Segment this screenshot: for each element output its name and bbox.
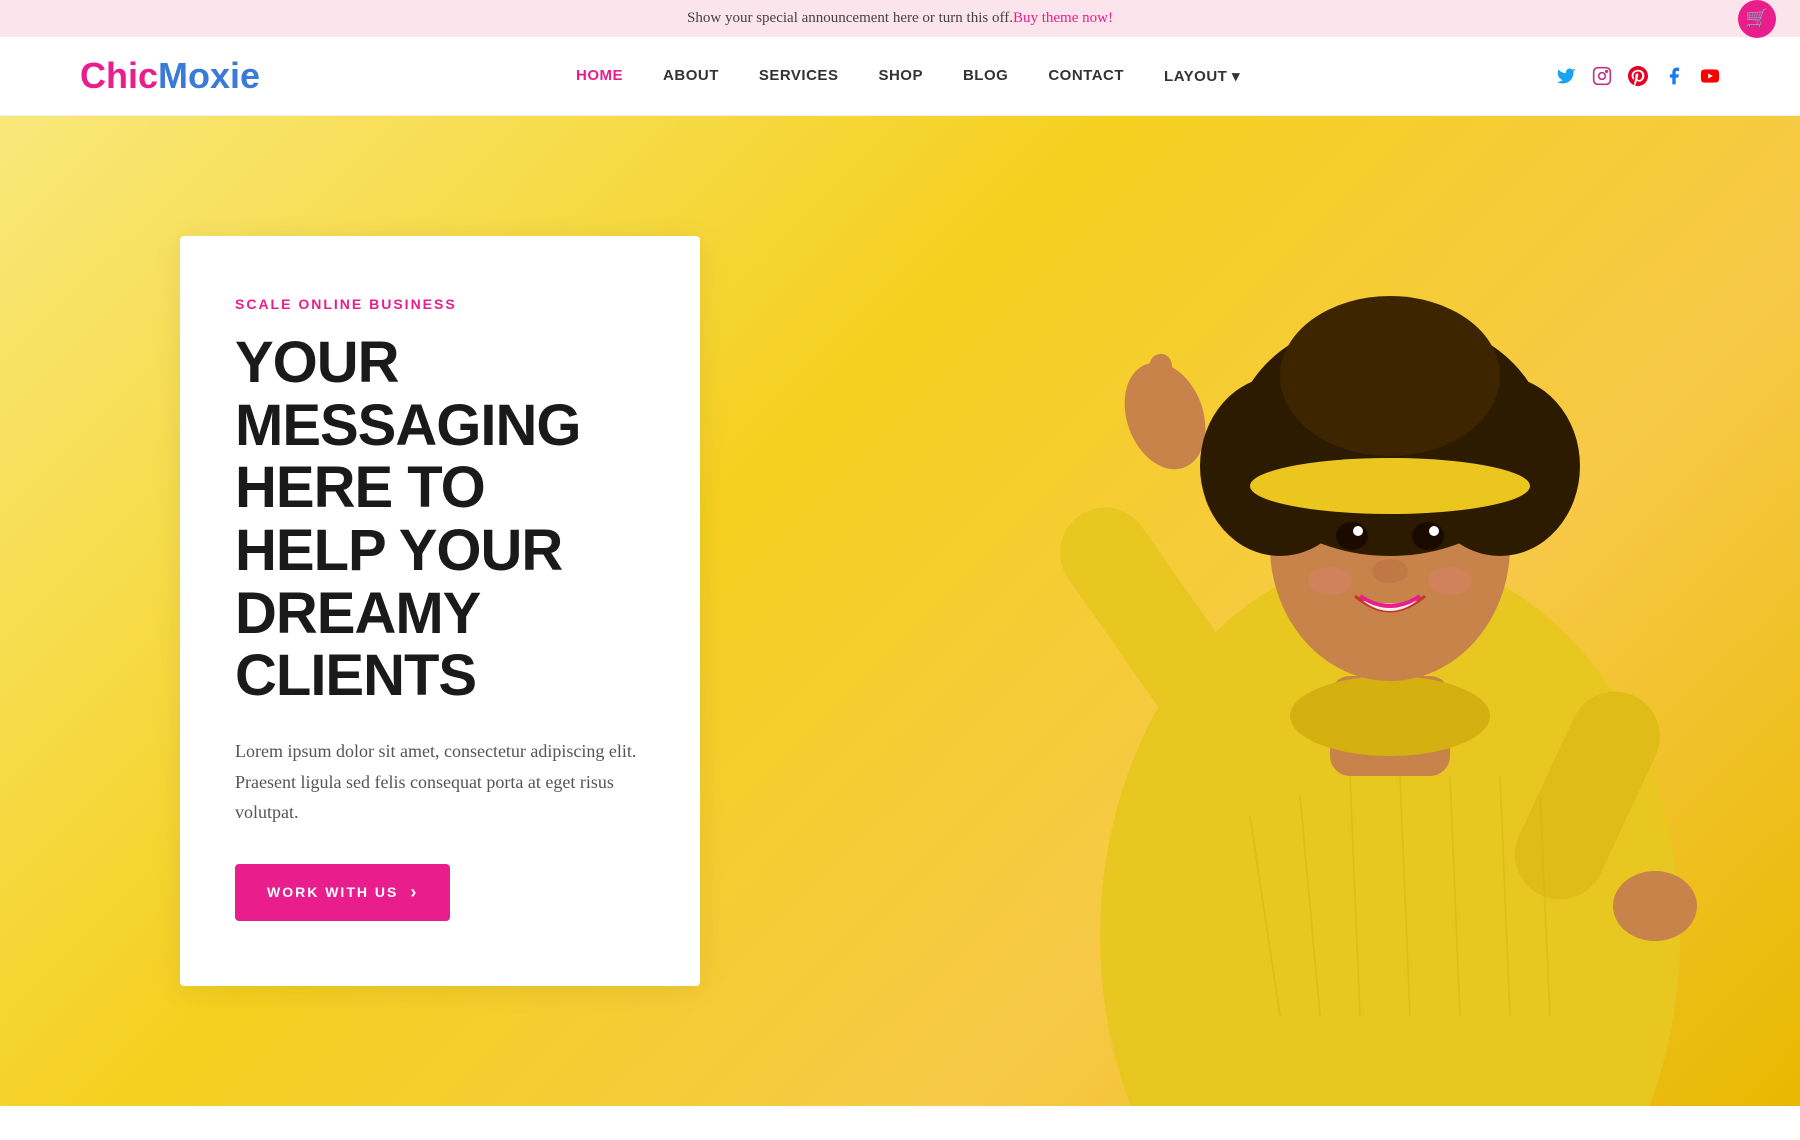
hero-section: SCALE ONLINE BUSINESS YOUR MESSAGING HER…: [0, 116, 1800, 1106]
nav-link-home[interactable]: HOME: [576, 67, 623, 84]
nav-item-home: HOME: [576, 67, 623, 85]
nav-item-blog: BLOG: [963, 67, 1008, 85]
hero-title: YOUR MESSAGING HERE TO HELP YOUR DREAMY …: [235, 332, 645, 708]
nav-link-about[interactable]: ABOUT: [663, 67, 719, 84]
hero-person-image: [900, 116, 1800, 1106]
header: ChicMoxie HOME ABOUT SERVICES SHOP BLOG …: [0, 37, 1800, 116]
nav-item-about: ABOUT: [663, 67, 719, 85]
announcement-text: Show your special announcement here or t…: [687, 10, 1013, 27]
cta-arrow: ›: [410, 882, 418, 903]
nav-item-shop: SHOP: [878, 67, 923, 85]
social-instagram[interactable]: [1592, 66, 1612, 86]
work-with-us-button[interactable]: WORK WITH US ›: [235, 864, 450, 921]
nav-item-contact: CONTACT: [1048, 67, 1124, 85]
logo-moxie: Moxie: [158, 55, 260, 96]
nav-item-layout: LAYOUT ▾: [1164, 67, 1240, 85]
cart-icon-symbol: 🛒: [1746, 8, 1768, 29]
announcement-link[interactable]: Buy theme now!: [1013, 10, 1113, 27]
hero-subtitle: SCALE ONLINE BUSINESS: [235, 296, 645, 312]
person-svg: [900, 116, 1800, 1106]
hero-description: Lorem ipsum dolor sit amet, consectetur …: [235, 736, 645, 828]
logo[interactable]: ChicMoxie: [80, 55, 260, 97]
cart-icon[interactable]: 🛒: [1738, 0, 1776, 38]
logo-chic: Chic: [80, 55, 158, 96]
nav-link-contact[interactable]: CONTACT: [1048, 67, 1124, 84]
social-facebook[interactable]: [1664, 66, 1684, 86]
cta-label: WORK WITH US: [267, 884, 398, 900]
social-youtube[interactable]: [1700, 66, 1720, 86]
nav-item-services: SERVICES: [759, 67, 839, 85]
social-icons: [1556, 66, 1720, 86]
nav-list: HOME ABOUT SERVICES SHOP BLOG CONTACT LA…: [576, 67, 1240, 85]
nav-link-layout[interactable]: LAYOUT ▾: [1164, 67, 1240, 85]
hero-card: SCALE ONLINE BUSINESS YOUR MESSAGING HER…: [180, 236, 700, 986]
nav-link-shop[interactable]: SHOP: [878, 67, 923, 84]
nav-link-services[interactable]: SERVICES: [759, 67, 839, 84]
nav-link-blog[interactable]: BLOG: [963, 67, 1008, 84]
social-twitter[interactable]: [1556, 66, 1576, 86]
main-nav: HOME ABOUT SERVICES SHOP BLOG CONTACT LA…: [576, 67, 1240, 85]
announcement-bar: Show your special announcement here or t…: [0, 0, 1800, 37]
social-pinterest[interactable]: [1628, 66, 1648, 86]
